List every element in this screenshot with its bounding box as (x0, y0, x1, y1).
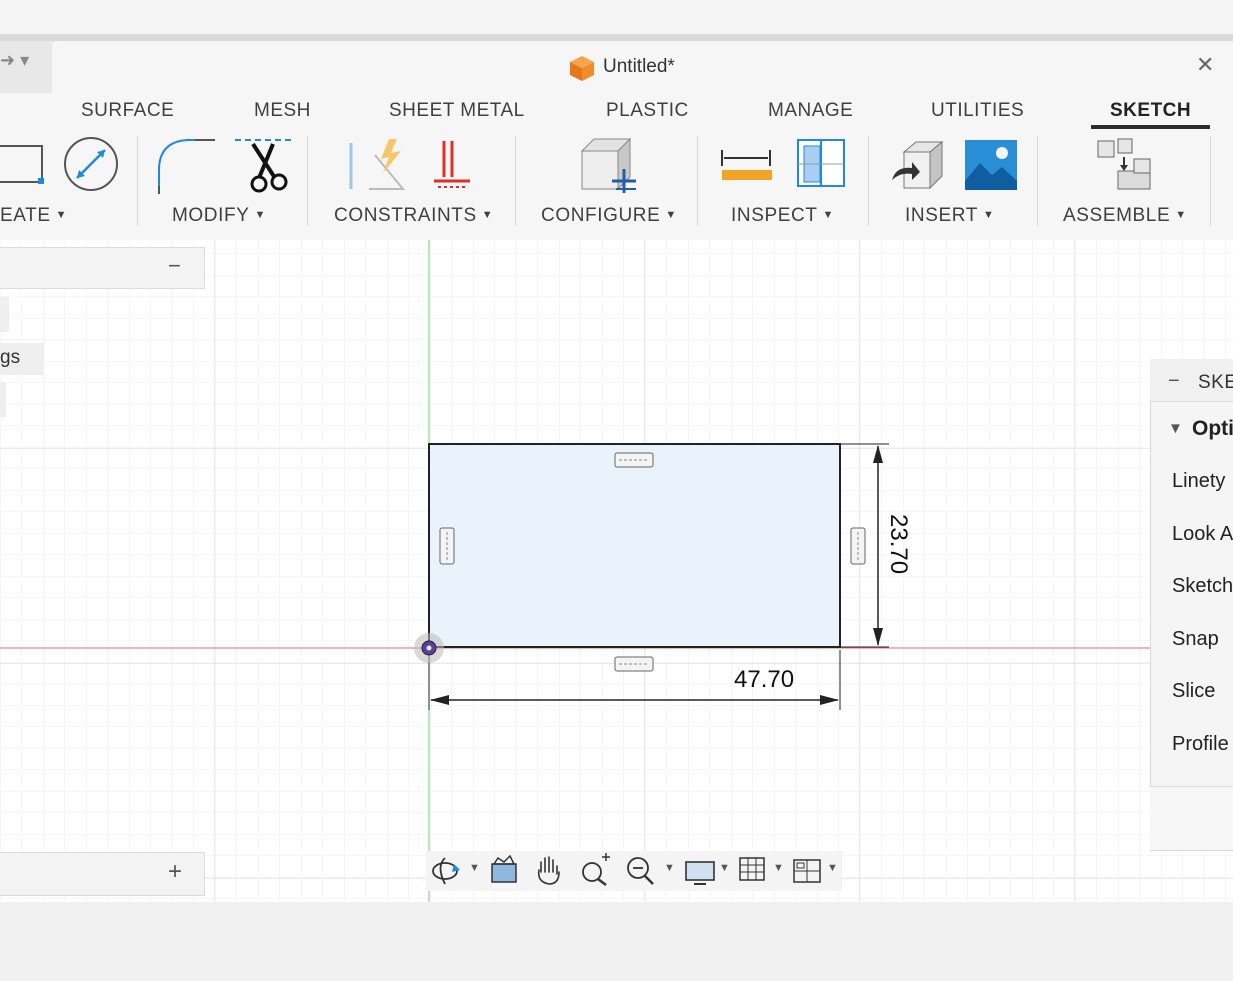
timeline-area (0, 902, 1233, 981)
close-document-icon[interactable]: ✕ (1196, 52, 1214, 78)
zoom-icon[interactable] (578, 852, 612, 893)
grid-dropdown-icon[interactable]: ▼ (773, 862, 784, 874)
width-dimension-value[interactable]: 47.70 (734, 666, 794, 694)
ribbon-separator (697, 136, 698, 226)
horizontal-constraint-icon[interactable] (614, 452, 654, 468)
vertical-constraint-icon[interactable] (439, 527, 455, 565)
sketch-canvas[interactable] (0, 240, 1233, 902)
parameters-icon[interactable] (578, 135, 640, 200)
zoom-dropdown-icon[interactable]: ▼ (664, 862, 675, 874)
palette-row-look-at[interactable]: Look A (1172, 523, 1233, 546)
document-title: Untitled* (603, 56, 675, 77)
ribbon-separator (868, 136, 869, 226)
origin-point-icon[interactable] (414, 633, 444, 663)
browser-item[interactable] (0, 297, 9, 332)
auto-constrain-icon[interactable] (345, 137, 407, 198)
tab-sheet-metal[interactable]: SHEET METAL (389, 100, 525, 122)
palette-row-snap[interactable]: Snap (1172, 628, 1219, 651)
configure-menu[interactable]: CONFIGURE ▼ (541, 205, 677, 227)
sketch-palette-footer (1150, 786, 1233, 850)
sketch-rectangle-profile[interactable] (428, 443, 841, 648)
active-tab-underline (1091, 125, 1210, 129)
ribbon-separator (515, 136, 516, 226)
rectangle-tool-icon[interactable] (0, 140, 46, 191)
measure-icon[interactable] (720, 148, 774, 187)
back-arrow-icon[interactable]: ➜ ▾ (0, 50, 29, 71)
sketch-palette-title: SKE (1198, 372, 1233, 393)
height-dimension-value[interactable]: 23.70 (884, 514, 912, 574)
ribbon-separator (1037, 136, 1038, 226)
trim-scissors-icon[interactable] (233, 136, 293, 201)
constraints-menu[interactable]: CONSTRAINTS ▼ (334, 205, 493, 227)
expand-triangle-icon[interactable]: ▼ (1168, 420, 1183, 437)
viewports-dropdown-icon[interactable]: ▼ (827, 862, 838, 874)
palette-row-linetype[interactable]: Linety (1172, 470, 1225, 493)
display-settings-icon[interactable] (684, 852, 716, 893)
inspect-menu[interactable]: INSPECT ▼ (731, 205, 834, 227)
browser-item-label: gs (0, 347, 21, 368)
horizontal-constraint-icon[interactable] (614, 656, 654, 672)
palette-row-slice[interactable]: Slice (1172, 680, 1215, 703)
create-menu[interactable]: EATE ▼ (0, 205, 67, 227)
add-comment-icon[interactable]: + (168, 858, 182, 886)
tab-mesh[interactable]: MESH (254, 100, 311, 122)
collapse-palette-icon[interactable]: − (1168, 370, 1180, 393)
modify-menu[interactable]: MODIFY ▼ (172, 205, 266, 227)
app-top-strip (0, 0, 1233, 34)
assemble-menu[interactable]: ASSEMBLE ▼ (1063, 205, 1187, 227)
window-divider (0, 34, 1233, 41)
insert-menu[interactable]: INSERT ▼ (905, 205, 994, 227)
insert-derive-icon[interactable] (890, 140, 946, 197)
ribbon-separator (307, 136, 308, 226)
section-analysis-icon[interactable] (796, 138, 846, 195)
tab-sketch[interactable]: SKETCH (1110, 100, 1191, 122)
look-at-icon[interactable] (488, 852, 520, 893)
tab-utilities[interactable]: UTILITIES (931, 100, 1024, 122)
circle-diameter-icon[interactable] (63, 136, 119, 197)
ribbon-separator (137, 136, 138, 226)
fit-zoom-icon[interactable] (624, 852, 656, 893)
browser-item[interactable] (0, 382, 6, 417)
tab-plastic[interactable]: PLASTIC (606, 100, 689, 122)
insert-canvas-icon[interactable] (964, 139, 1018, 196)
document-cube-icon (568, 54, 596, 87)
viewports-icon[interactable] (792, 852, 824, 893)
tab-surface[interactable]: SURFACE (81, 100, 174, 122)
perpendicular-constraint-icon[interactable] (430, 137, 474, 198)
tab-manage[interactable]: MANAGE (768, 100, 853, 122)
palette-row-sketch-grid[interactable]: Sketch (1172, 575, 1233, 598)
orbit-icon[interactable] (430, 852, 462, 893)
collapse-browser-icon[interactable]: − (168, 253, 181, 279)
palette-row-profile[interactable]: Profile (1172, 733, 1229, 756)
pan-hand-icon[interactable] (533, 852, 565, 893)
grid-snaps-icon[interactable] (738, 852, 768, 893)
orbit-dropdown-icon[interactable]: ▼ (469, 862, 480, 874)
display-dropdown-icon[interactable]: ▼ (719, 862, 730, 874)
vertical-constraint-icon[interactable] (850, 527, 866, 565)
assemble-components-icon[interactable] (1096, 137, 1154, 198)
fillet-icon[interactable] (155, 136, 217, 201)
options-section-title[interactable]: Opti (1192, 417, 1233, 441)
ribbon-separator (1210, 136, 1211, 226)
